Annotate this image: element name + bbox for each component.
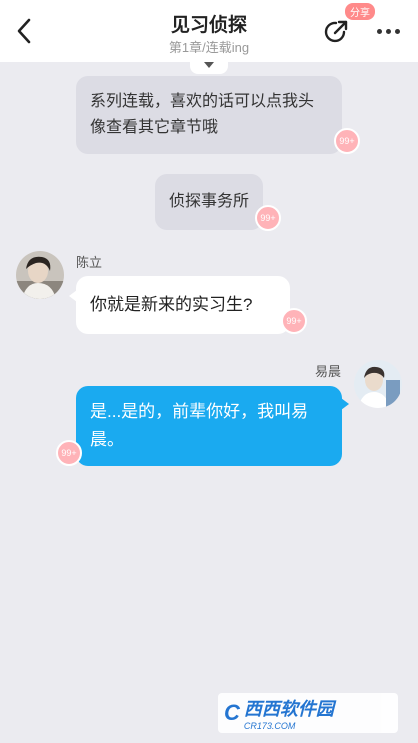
avatar-yi-chen[interactable] [354, 360, 402, 408]
chapter-subtitle: 第1章/连载ing [168, 40, 250, 55]
narration-text: 侦探事务所 [169, 193, 250, 210]
sender-name: 易晨 [315, 364, 342, 379]
narration-bubble: 侦探事务所 [155, 174, 263, 230]
watermark-url: CR173.COM [243, 721, 296, 731]
like-badge[interactable]: 99+ [255, 205, 281, 231]
share-badge: 分享 [345, 3, 375, 20]
message-bubble: 是...是的，前辈你好，我叫易晨。 [76, 386, 349, 466]
message-bubble: 你就是新来的实习生? [69, 276, 290, 334]
sender-name: 陈立 [76, 255, 103, 270]
message-text: 是...是的，前辈你好，我叫易晨。 [90, 402, 309, 449]
like-badge[interactable]: 99+ [56, 440, 82, 466]
watermark-logo: C 西西软件园 CR173.COM [218, 693, 398, 733]
caret-down-icon [204, 62, 214, 68]
narration-text: 系列连载，喜欢的话可以点我头像查看其它章节哦 [90, 93, 315, 136]
share-icon [324, 20, 348, 43]
narration-bubble: 系列连载，喜欢的话可以点我头像查看其它章节哦 [76, 76, 342, 154]
top-bar: 见习侦探 第1章/连载ing 分享 [0, 0, 418, 62]
share-button[interactable] [322, 16, 354, 46]
more-button[interactable] [372, 18, 404, 44]
character-portrait [16, 251, 64, 299]
character-portrait [354, 360, 402, 408]
watermark-title: 西西软件园 [243, 699, 334, 719]
like-badge[interactable]: 99+ [281, 308, 307, 334]
message-text: 你就是新来的实习生? [90, 295, 253, 314]
more-dots-icon [376, 28, 400, 34]
avatar-chen-li[interactable] [16, 251, 64, 299]
watermark-mark: C [224, 700, 240, 725]
like-badge[interactable]: 99+ [334, 128, 360, 154]
